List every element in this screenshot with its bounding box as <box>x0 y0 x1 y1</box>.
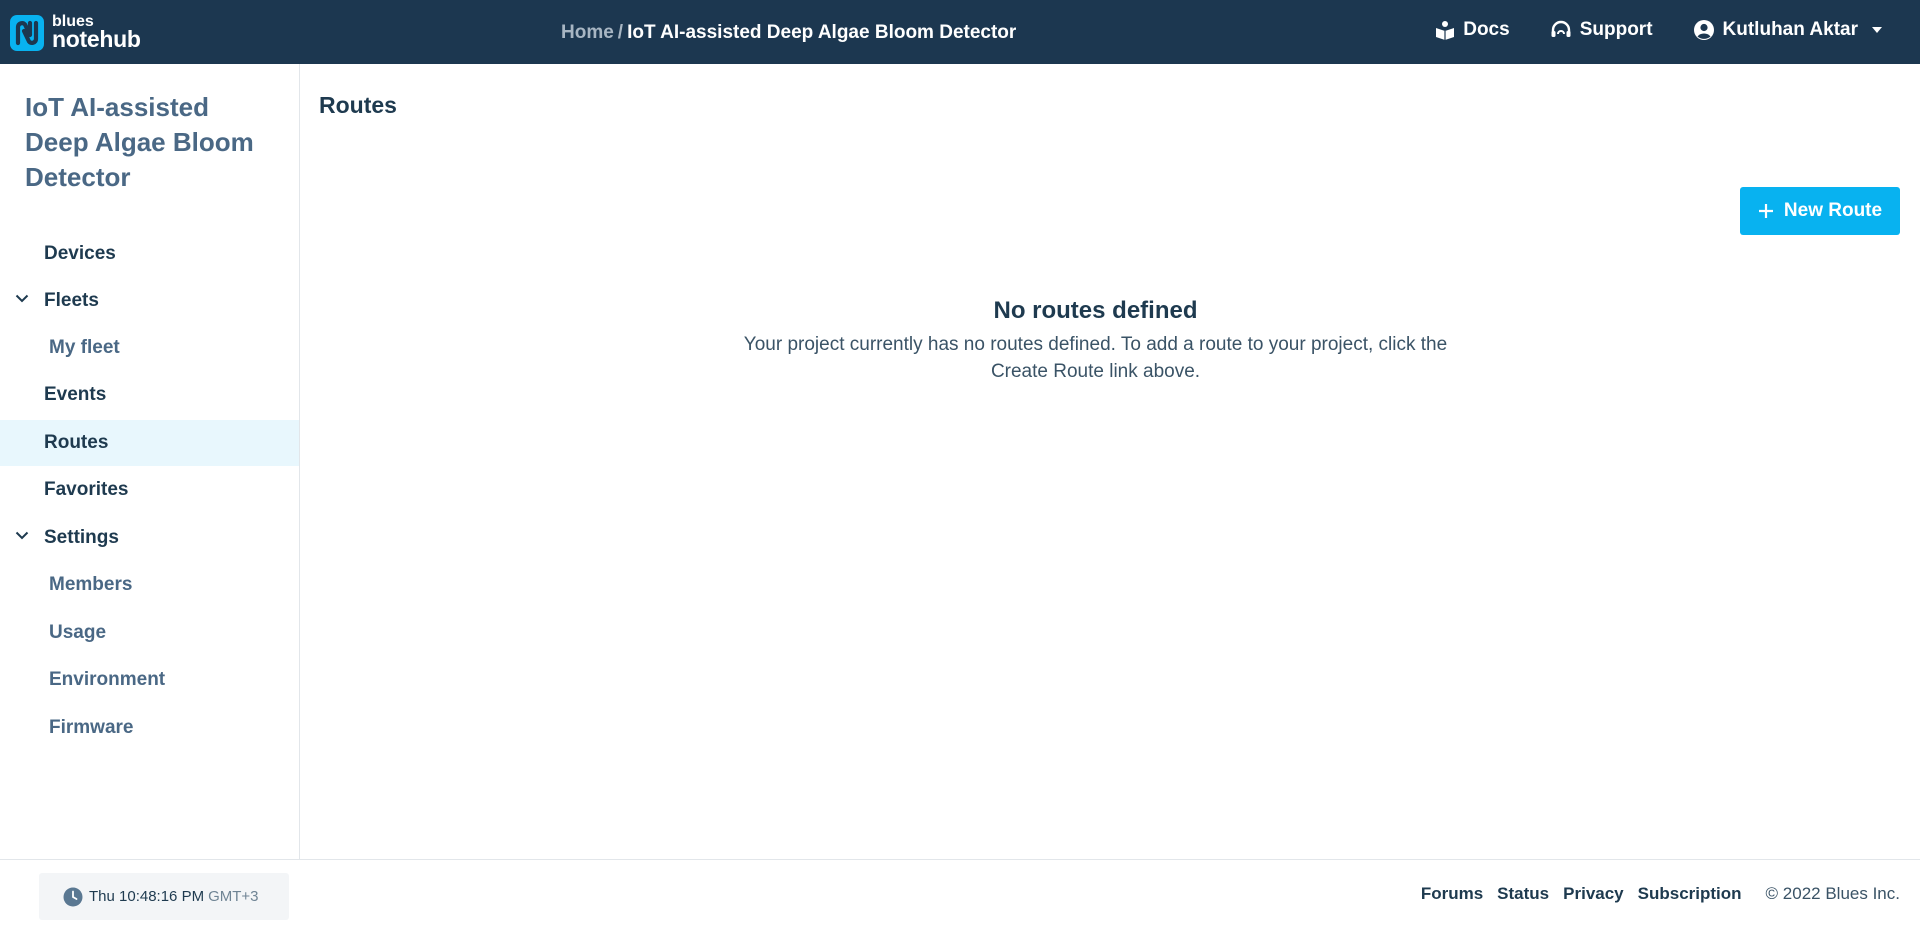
sidebar-item-firmware[interactable]: Firmware <box>0 705 299 751</box>
sidebar-item-my-fleet[interactable]: My fleet <box>0 325 299 371</box>
user-circle-icon <box>1693 20 1714 40</box>
sidebar-item-label: My fleet <box>49 337 120 358</box>
page-title: Routes <box>319 92 397 118</box>
footer-link-status[interactable]: Status <box>1497 884 1549 904</box>
sidebar-item-label: Usage <box>49 622 107 643</box>
docs-link[interactable]: Docs <box>1435 19 1510 41</box>
sidebar-item-label: Firmware <box>49 717 134 738</box>
caret-down-icon <box>1872 27 1882 33</box>
empty-state-description: Your project currently has no routes def… <box>743 334 1448 382</box>
sidebar-item-label: Favorites <box>44 479 129 500</box>
footer-link-privacy[interactable]: Privacy <box>1563 884 1624 904</box>
new-route-label: New Route <box>1783 200 1883 221</box>
main-content: Routes New Route No routes defined Your … <box>301 64 1920 859</box>
sidebar-item-label: Fleets <box>44 290 99 311</box>
sidebar-item-routes[interactable]: Routes <box>0 420 299 466</box>
breadcrumb-current: IoT AI-assisted Deep Algae Bloom Detecto… <box>627 22 1017 43</box>
sidebar-item-favorites[interactable]: Favorites <box>0 467 299 513</box>
copyright: © 2022 Blues Inc. <box>1765 884 1900 903</box>
sidebar-item-label: Devices <box>44 243 116 264</box>
breadcrumb-home[interactable]: Home <box>561 22 614 43</box>
support-label: Support <box>1579 19 1653 40</box>
sidebar-item-label: Members <box>49 574 133 595</box>
breadcrumb: Home / IoT AI-assisted Deep Algae Bloom De… <box>561 22 1016 44</box>
new-route-button[interactable]: New Route <box>1740 187 1900 235</box>
blues-logo-icon <box>10 14 44 51</box>
clock-time: Thu 10:48:16 PM <box>89 888 205 905</box>
sidebar-item-label: Settings <box>44 527 119 548</box>
sidebar-item-label: Routes <box>44 432 109 453</box>
footer-links: Forums Status Privacy Subscription © 202… <box>1407 884 1900 904</box>
user-menu[interactable]: Kutluhan Aktar <box>1693 19 1890 41</box>
project-title: IoT AI-assisted Deep Algae Bloom Detecto… <box>25 92 254 192</box>
sidebar-item-fleets[interactable]: Fleets <box>0 278 299 324</box>
sidebar-item-events[interactable]: Events <box>0 372 299 418</box>
sidebar-item-label: Events <box>44 384 107 405</box>
logo-big-text: notehub <box>52 26 141 52</box>
user-name: Kutluhan Aktar <box>1722 19 1858 40</box>
sidebar-item-environment[interactable]: Environment <box>0 657 299 703</box>
footer: Thu 10:48:16 PM GMT+3 Forums Status Priv… <box>0 859 1920 928</box>
chevron-down-icon <box>15 531 29 540</box>
footer-link-forums[interactable]: Forums <box>1421 884 1483 904</box>
empty-state: No routes defined Your project currently… <box>301 297 1920 385</box>
sidebar-item-devices[interactable]: Devices <box>0 231 299 277</box>
sidebar-item-members[interactable]: Members <box>0 562 299 608</box>
breadcrumb-separator: / <box>617 22 624 43</box>
sidebar-item-label: Environment <box>49 669 166 690</box>
top-bar: blues notehub Home / IoT AI-assisted Deep … <box>0 0 1920 64</box>
sidebar: IoT AI-assisted Deep Algae Bloom Detecto… <box>0 64 300 859</box>
notehub-logo[interactable]: blues notehub <box>10 14 141 51</box>
footer-link-subscription[interactable]: Subscription <box>1638 884 1742 904</box>
clock-widget: Thu 10:48:16 PM GMT+3 <box>39 873 289 920</box>
header-actions: Docs Support Kutluhan Aktar <box>1395 19 1890 41</box>
plus-icon <box>1758 204 1773 218</box>
chevron-down-icon <box>15 294 29 303</box>
empty-state-title: No routes defined <box>993 297 1198 324</box>
clock-timezone: GMT+3 <box>208 888 259 905</box>
headset-icon <box>1551 20 1571 37</box>
clock-icon <box>63 887 83 906</box>
sidebar-item-settings[interactable]: Settings <box>0 515 299 561</box>
book-icon <box>1436 21 1455 40</box>
docs-label: Docs <box>1463 19 1510 40</box>
sidebar-item-usage[interactable]: Usage <box>0 610 299 656</box>
support-link[interactable]: Support <box>1550 19 1653 41</box>
